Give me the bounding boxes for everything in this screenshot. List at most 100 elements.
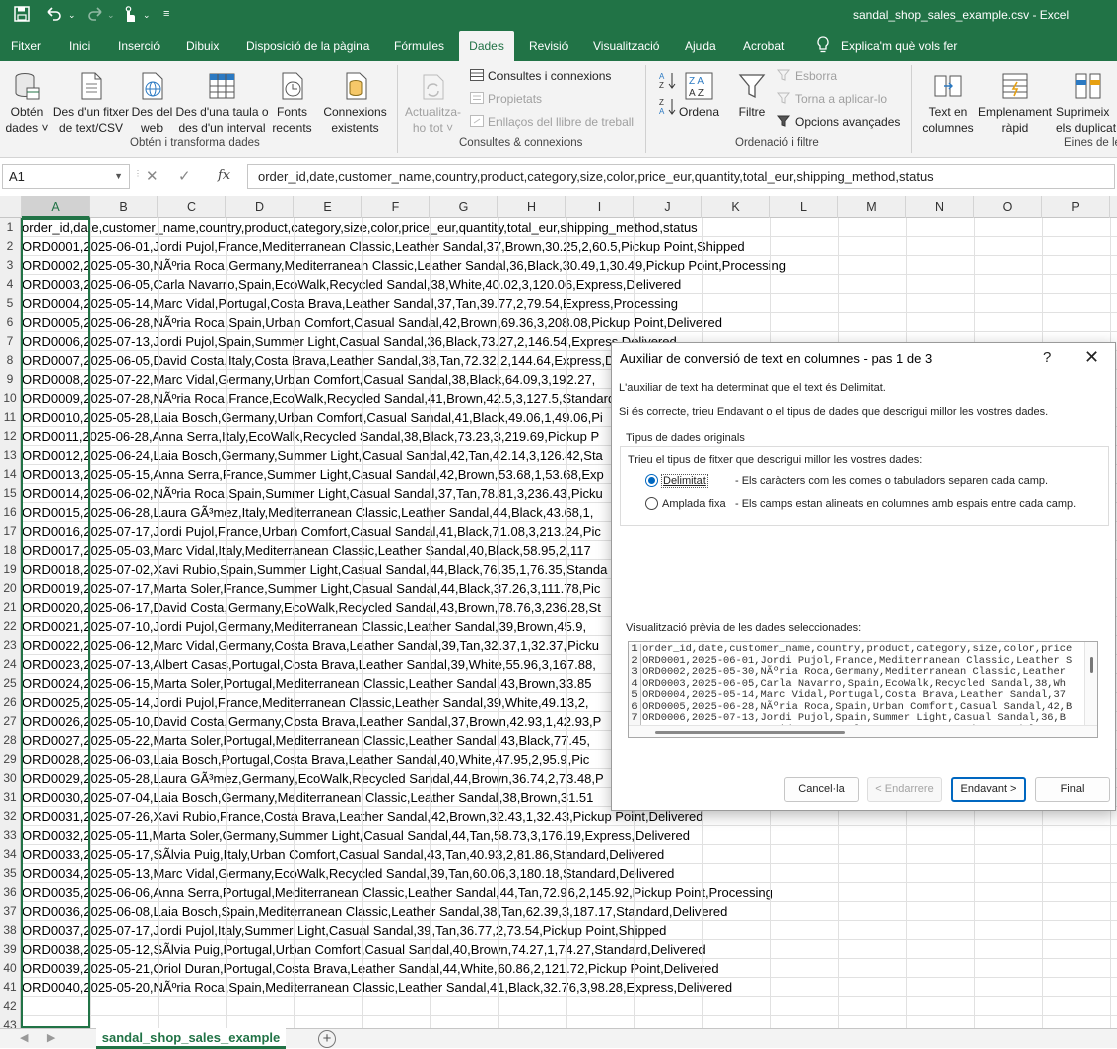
touch-dropdown-icon[interactable]: ⌄ (143, 10, 151, 21)
row-header[interactable]: 31 (0, 788, 21, 807)
cancel-icon[interactable]: ✕ (146, 167, 159, 185)
row-header[interactable]: 2 (0, 237, 21, 256)
cell-a[interactable]: ORD0023,2025-07-13,Albert Casas,Portugal… (22, 655, 596, 674)
tab-file[interactable]: Fitxer (11, 31, 41, 61)
column-header-n[interactable]: N (906, 196, 974, 218)
chevron-down-icon[interactable]: ▼ (114, 165, 123, 188)
tab-review[interactable]: Revisió (529, 31, 568, 61)
cell-a[interactable]: ORD0002,2025-05-30,NÃºria Roca,Germany,M… (22, 256, 786, 275)
row-header[interactable]: 24 (0, 655, 21, 674)
preview-vertical-scrollbar[interactable] (1084, 642, 1097, 726)
save-icon[interactable] (14, 6, 30, 25)
row-header[interactable]: 28 (0, 731, 21, 750)
add-sheet-icon[interactable]: + (318, 1030, 336, 1048)
row-header[interactable]: 10 (0, 389, 21, 408)
existing-connections-button[interactable]: Connexions existents (320, 71, 390, 136)
sort-za-icon[interactable]: ZA (659, 97, 677, 121)
remove-duplicates-button[interactable]: Suprimeix els duplicat (1056, 71, 1117, 136)
cell-a[interactable]: ORD0011,2025-06-28,Anna Serra,Italy,EcoW… (22, 427, 599, 446)
redo-icon[interactable] (86, 6, 104, 25)
row-header[interactable]: 21 (0, 598, 21, 617)
cell-a[interactable]: ORD0007,2025-06-05,David Costa,Italy,Cos… (22, 351, 660, 370)
cell-a[interactable]: ORD0039,2025-05-21,Oriol Duran,Portugal,… (22, 959, 719, 978)
row-header[interactable]: 17 (0, 522, 21, 541)
row-header[interactable]: 27 (0, 712, 21, 731)
sort-button[interactable]: Z AA Z Ordena (678, 71, 720, 120)
tell-me-search[interactable]: Explica'm què vols fer (841, 31, 957, 61)
next-button[interactable]: Endavant > (951, 777, 1026, 802)
column-header-o[interactable]: O (974, 196, 1042, 218)
column-header-c[interactable]: C (158, 196, 226, 218)
cell-a[interactable]: ORD0016,2025-07-17,Jordi Pujol,France,Ur… (22, 522, 601, 541)
reapply-button[interactable]: Torna a aplicar-lo (776, 91, 887, 107)
preview-horizontal-scrollbar[interactable] (629, 725, 1097, 737)
cell-a[interactable]: ORD0014,2025-06-02,NÃºria Roca,Spain,Sum… (22, 484, 603, 503)
insert-function-icon[interactable]: fx (218, 168, 230, 183)
row-header[interactable]: 1 (0, 218, 21, 237)
select-all-corner[interactable] (0, 196, 22, 218)
cell-a[interactable]: ORD0038,2025-05-12,SÃ­lvia Puig,Portugal… (22, 940, 706, 959)
sort-az-icon[interactable]: AZ (659, 71, 677, 95)
cell-a[interactable]: ORD0017,2025-05-03,Marc Vidal,Italy,Medi… (22, 541, 591, 560)
text-to-columns-button[interactable]: Text en columnes (918, 71, 978, 136)
row-header[interactable]: 35 (0, 864, 21, 883)
enter-icon[interactable]: ✓ (178, 167, 191, 185)
cell-a[interactable]: ORD0022,2025-06-12,Marc Vidal,Germany,Co… (22, 636, 599, 655)
column-header-g[interactable]: G (430, 196, 498, 218)
cell-a[interactable]: ORD0018,2025-07-02,Xavi Rubio,Spain,Summ… (22, 560, 607, 579)
data-preview[interactable]: 1 order_id,date,customer_name,country,pro… (628, 641, 1098, 738)
tab-data[interactable]: Dades (459, 31, 514, 61)
cell-a[interactable]: ORD0027,2025-05-22,Marta Soler,Portugal,… (22, 731, 590, 750)
radio-button[interactable] (645, 474, 658, 487)
row-header[interactable]: 3 (0, 256, 21, 275)
column-header-j[interactable]: J (634, 196, 702, 218)
row-header[interactable]: 39 (0, 940, 21, 959)
row-header[interactable]: 7 (0, 332, 21, 351)
row-header[interactable]: 25 (0, 674, 21, 693)
cell-a[interactable]: ORD0034,2025-05-13,Marc Vidal,Germany,Ec… (22, 864, 674, 883)
row-header[interactable]: 13 (0, 446, 21, 465)
cell-a[interactable]: ORD0005,2025-06-28,NÃºria Roca,Spain,Urb… (22, 313, 722, 332)
undo-icon[interactable] (45, 6, 63, 25)
sheet-next-icon[interactable]: ▶ (47, 1032, 55, 1044)
cell-a[interactable]: ORD0006,2025-07-13,Jordi Pujol,Spain,Sum… (22, 332, 677, 351)
column-header-f[interactable]: F (362, 196, 430, 218)
radio-label[interactable]: Delimitat (661, 474, 708, 488)
row-header[interactable]: 33 (0, 826, 21, 845)
cell-a[interactable]: ORD0013,2025-05-15,Anna Serra,France,Sum… (22, 465, 604, 484)
tab-home[interactable]: Inici (69, 31, 90, 61)
cell-a[interactable]: ORD0020,2025-06-17,David Costa,Germany,E… (22, 598, 601, 617)
row-header[interactable]: 12 (0, 427, 21, 446)
cell-a[interactable]: ORD0001,2025-06-01,Jordi Pujol,France,Me… (22, 237, 745, 256)
cell-a[interactable]: ORD0040,2025-05-20,NÃºria Roca,Spain,Med… (22, 978, 732, 997)
tab-page-layout[interactable]: Disposició de la pàgina (246, 31, 369, 61)
row-header[interactable]: 18 (0, 541, 21, 560)
sheet-prev-icon[interactable]: ◀ (20, 1032, 28, 1044)
radio-label[interactable]: Amplada fixa (662, 498, 726, 510)
queries-connections-button[interactable]: Consultes i connexions (470, 68, 611, 84)
undo-dropdown-icon[interactable]: ⌄ (68, 10, 76, 21)
row-header[interactable]: 38 (0, 921, 21, 940)
tab-view[interactable]: Visualització (593, 31, 659, 61)
column-header-k[interactable]: K (702, 196, 770, 218)
tab-draw[interactable]: Dibuix (186, 31, 219, 61)
cell-a[interactable]: ORD0024,2025-06-15,Marta Soler,Portugal,… (22, 674, 591, 693)
cell-a[interactable]: ORD0032,2025-05-11,Marta Soler,Germany,S… (22, 826, 690, 845)
row-header[interactable]: 26 (0, 693, 21, 712)
row-header[interactable]: 16 (0, 503, 21, 522)
back-button[interactable]: < Endarrere (867, 777, 942, 802)
row-header[interactable]: 41 (0, 978, 21, 997)
row-header[interactable]: 15 (0, 484, 21, 503)
from-web-button[interactable]: Des del web (130, 71, 174, 136)
row-header[interactable]: 8 (0, 351, 21, 370)
row-header[interactable]: 6 (0, 313, 21, 332)
column-header-d[interactable]: D (226, 196, 294, 218)
cell-a[interactable]: ORD0026,2025-05-10,David Costa,Germany,C… (22, 712, 601, 731)
cancel-button[interactable]: Cancel·la (784, 777, 859, 802)
cell-a[interactable]: ORD0015,2025-06-28,Laura GÃ³mez,Italy,Me… (22, 503, 593, 522)
cell-a[interactable]: ORD0004,2025-05-14,Marc Vidal,Portugal,C… (22, 294, 678, 313)
filter-button[interactable]: Filtre (733, 71, 771, 120)
cell-a[interactable]: ORD0036,2025-06-08,Laia Bosch,Spain,Medi… (22, 902, 727, 921)
cell-a[interactable]: ORD0028,2025-06-03,Laia Bosch,Portugal,C… (22, 750, 589, 769)
recent-sources-button[interactable]: Fonts recents (270, 71, 314, 136)
